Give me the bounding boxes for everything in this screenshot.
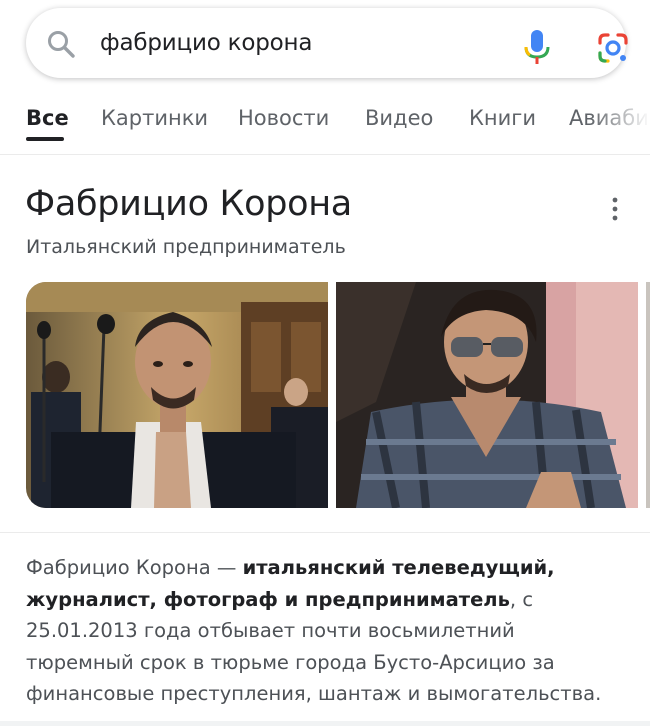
divider <box>0 154 650 155</box>
portrait-photo-image <box>336 282 638 508</box>
person-photo-portrait[interactable] <box>336 282 638 508</box>
search-input[interactable]: фабрицио корона <box>100 30 312 56</box>
knowledge-panel-title: Фабрицио Корона <box>25 184 352 224</box>
search-icon[interactable] <box>46 29 76 59</box>
divider <box>0 532 650 533</box>
knowledge-panel-description: Фабрицио Корона — итальянский телеведущи… <box>26 552 626 710</box>
tab-images[interactable]: Картинки <box>101 106 208 130</box>
tabs-fade <box>590 96 650 154</box>
search-bar[interactable]: фабрицио корона <box>26 8 628 78</box>
description-lead: Фабрицио Корона — <box>26 556 243 579</box>
person-photo-partial[interactable] <box>646 282 650 508</box>
courtroom-photo-image <box>26 282 328 508</box>
mic-icon[interactable] <box>522 30 552 66</box>
tab-news[interactable]: Новости <box>238 106 329 130</box>
active-tab-indicator <box>26 137 64 141</box>
google-lens-icon[interactable] <box>596 31 630 65</box>
person-photo-courtroom[interactable] <box>26 282 328 508</box>
tab-videos[interactable]: Видео <box>365 106 433 130</box>
section-separator <box>0 721 650 726</box>
more-vert-icon[interactable] <box>605 195 625 223</box>
knowledge-panel-subtitle: Итальянский предприниматель <box>26 236 346 258</box>
tab-books[interactable]: Книги <box>469 106 536 130</box>
search-tabs: Все Картинки Новости Видео Книги Авиабил… <box>0 96 650 154</box>
tab-all[interactable]: Все <box>26 106 69 130</box>
